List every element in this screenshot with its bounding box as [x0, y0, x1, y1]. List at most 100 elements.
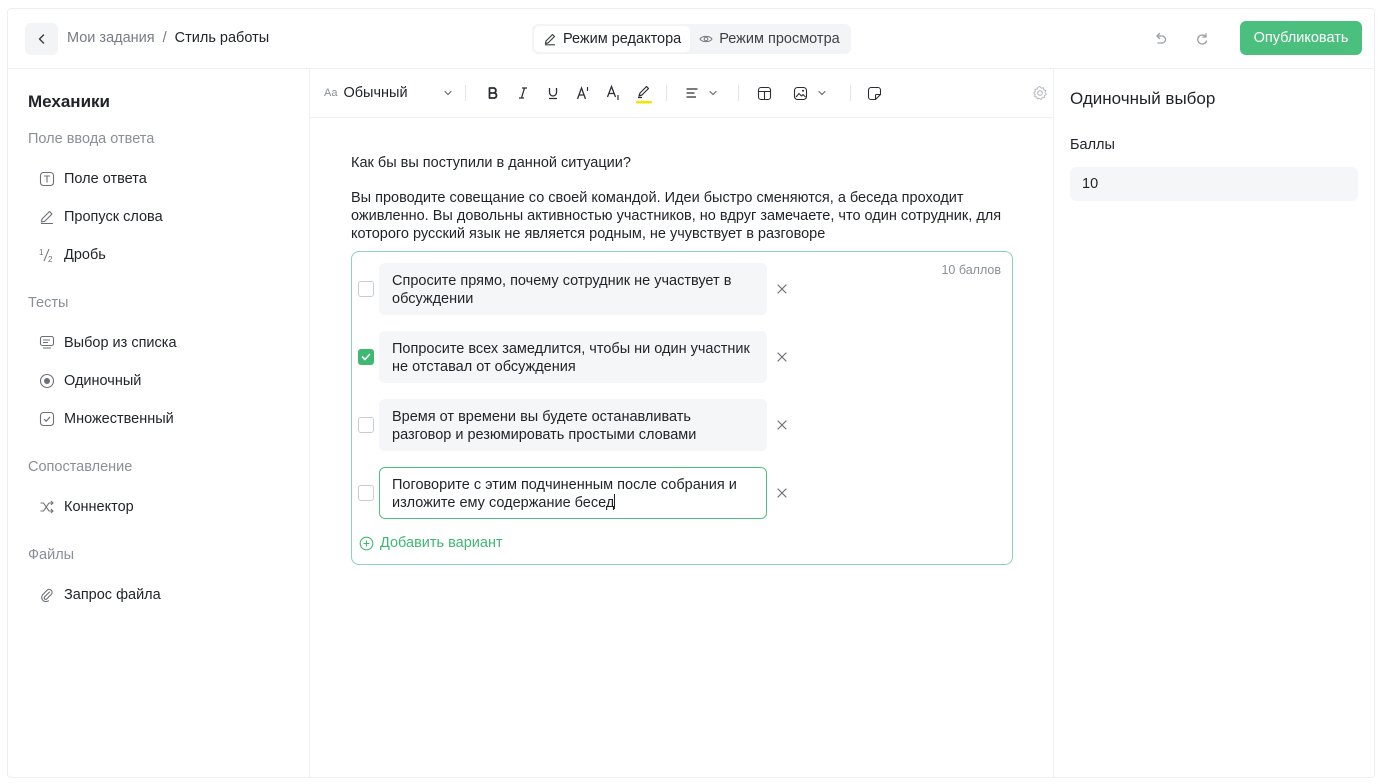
bold-button[interactable] — [482, 81, 504, 105]
sidebar-item-answer-field[interactable]: Поле ответа — [38, 168, 147, 190]
sidebar-item-fraction[interactable]: 12 Дробь — [38, 244, 106, 266]
toolbar-divider — [738, 85, 739, 101]
preview-mode-tab[interactable]: Режим просмотра — [690, 26, 848, 52]
option-4-input[interactable]: Поговорите с этим подчиненным после собр… — [379, 467, 767, 519]
close-icon — [777, 284, 787, 294]
underline-icon — [548, 88, 558, 100]
highlight-button[interactable] — [632, 81, 656, 105]
mode-switch: Режим редактора Режим просмотра — [532, 24, 851, 54]
chevron-down-icon — [709, 90, 717, 96]
plus-circle-icon — [359, 536, 374, 550]
text-caret — [614, 494, 616, 509]
group-answer-input: Поле ввода ответа — [28, 131, 155, 147]
check-icon — [361, 353, 371, 361]
option-2-input[interactable]: Попросите всех замедлится, чтобы ни один… — [379, 331, 767, 383]
editor-area: Aa Обычный Как бы вы поступили в данной … — [310, 69, 1054, 777]
app-frame: Мои задания / Стиль работы Режим редакто… — [7, 8, 1375, 778]
add-option-label: Добавить вариант — [380, 535, 503, 551]
sidebar-item-label: Одиночный — [64, 373, 142, 389]
option-1-remove-button[interactable] — [774, 281, 790, 297]
fraction-icon: 12 — [38, 246, 56, 264]
sidebar-item-label: Поле ответа — [64, 171, 147, 187]
option-4-remove-button[interactable] — [774, 485, 790, 501]
radio-icon — [38, 372, 56, 390]
sidebar-item-single[interactable]: Одиночный — [38, 370, 141, 392]
properties-panel: Одиночный выбор Баллы — [1054, 69, 1374, 777]
sidebar-item-label: Пропуск слова — [64, 209, 163, 225]
publish-button[interactable]: Опубликовать — [1240, 21, 1362, 55]
table-button[interactable] — [752, 81, 776, 105]
sticky-note-icon — [867, 86, 881, 100]
sidebar-item-label: Множественный — [64, 411, 174, 427]
note-button[interactable] — [862, 81, 886, 105]
option-2-checkbox[interactable] — [358, 349, 374, 365]
sidebar-item-label: Выбор из списка — [64, 335, 177, 351]
breadcrumb-my-tasks[interactable]: Мои задания — [67, 30, 155, 46]
back-button[interactable] — [25, 23, 58, 55]
subscript-button[interactable] — [602, 81, 626, 105]
close-icon — [777, 420, 787, 430]
sidebar-item-label: Дробь — [64, 247, 106, 263]
option-1-checkbox[interactable] — [358, 281, 374, 297]
option-4-text: Поговорите с этим подчиненным после собр… — [392, 477, 737, 511]
redo-icon — [1197, 33, 1208, 45]
sidebar-item-label: Коннектор — [64, 499, 134, 515]
superscript-icon — [576, 86, 589, 100]
page-title: Стиль работы — [174, 30, 270, 46]
subscript-icon — [606, 85, 619, 100]
question-body[interactable]: Вы проводите совещание со своей командой… — [351, 189, 1021, 243]
formatting-toolbar: Aa Обычный — [310, 69, 1053, 118]
option-3-remove-button[interactable] — [774, 417, 790, 433]
image-icon — [793, 86, 807, 100]
svg-text:1: 1 — [39, 248, 44, 257]
sidebar-item-label: Запрос файла — [64, 587, 161, 603]
points-input[interactable] — [1070, 167, 1358, 201]
superscript-button[interactable] — [572, 81, 596, 105]
text-style-prefix: Aa — [324, 87, 338, 99]
underline-button[interactable] — [542, 81, 564, 105]
add-option-button[interactable]: Добавить вариант — [359, 535, 503, 551]
option-3-input[interactable]: Время от времени вы будете останавливать… — [379, 399, 767, 451]
toolbar-divider — [666, 85, 667, 101]
question-title[interactable]: Как бы вы поступили в данной ситуации? — [351, 155, 631, 171]
editor-mode-tab[interactable]: Режим редактора — [534, 26, 691, 52]
sidebar-title: Механики — [28, 92, 110, 111]
mechanics-sidebar: Механики Поле ввода ответа Поле ответа П… — [8, 69, 310, 777]
text-field-icon — [38, 170, 56, 188]
close-icon — [777, 488, 787, 498]
points-label: Баллы — [1070, 137, 1115, 153]
option-1-input[interactable]: Спросите прямо, почему сотрудник не учас… — [379, 263, 767, 315]
sidebar-item-word-gap[interactable]: Пропуск слова — [38, 206, 163, 228]
highlighter-icon — [636, 85, 652, 104]
undo-icon — [1156, 32, 1167, 44]
table-icon — [757, 86, 771, 100]
undo-button[interactable] — [1148, 27, 1172, 51]
panel-title: Одиночный выбор — [1070, 89, 1216, 108]
top-header: Мои задания / Стиль работы Режим редакто… — [8, 9, 1374, 69]
single-choice-block[interactable]: 10 баллов Спросите прямо, почему сотрудн… — [351, 251, 1013, 565]
text-style-select[interactable]: Aa Обычный — [324, 81, 454, 105]
sidebar-item-file-request[interactable]: Запрос файла — [38, 584, 161, 606]
editor-mode-label: Режим редактора — [563, 31, 682, 47]
group-tests: Тесты — [28, 295, 69, 311]
option-2-remove-button[interactable] — [774, 349, 790, 365]
chevron-down-icon — [817, 90, 826, 96]
option-3-checkbox[interactable] — [358, 417, 374, 433]
insert-image-select[interactable] — [788, 81, 832, 105]
list-select-icon — [38, 334, 56, 352]
settings-button[interactable] — [1028, 81, 1052, 105]
group-files: Файлы — [28, 547, 75, 563]
sidebar-item-multiple[interactable]: Множественный — [38, 408, 174, 430]
chevron-down-icon — [444, 90, 452, 96]
align-left-icon — [686, 88, 698, 98]
italic-button[interactable] — [512, 81, 534, 105]
sidebar-item-connector[interactable]: Коннектор — [38, 496, 134, 518]
gear-icon — [1033, 86, 1047, 100]
option-4-checkbox[interactable] — [358, 485, 374, 501]
sidebar-item-list-select[interactable]: Выбор из списка — [38, 332, 177, 354]
preview-mode-label: Режим просмотра — [719, 31, 840, 47]
redo-button[interactable] — [1190, 27, 1214, 51]
shuffle-icon — [38, 498, 56, 516]
align-select[interactable] — [680, 81, 724, 105]
points-badge: 10 баллов — [941, 263, 1001, 277]
